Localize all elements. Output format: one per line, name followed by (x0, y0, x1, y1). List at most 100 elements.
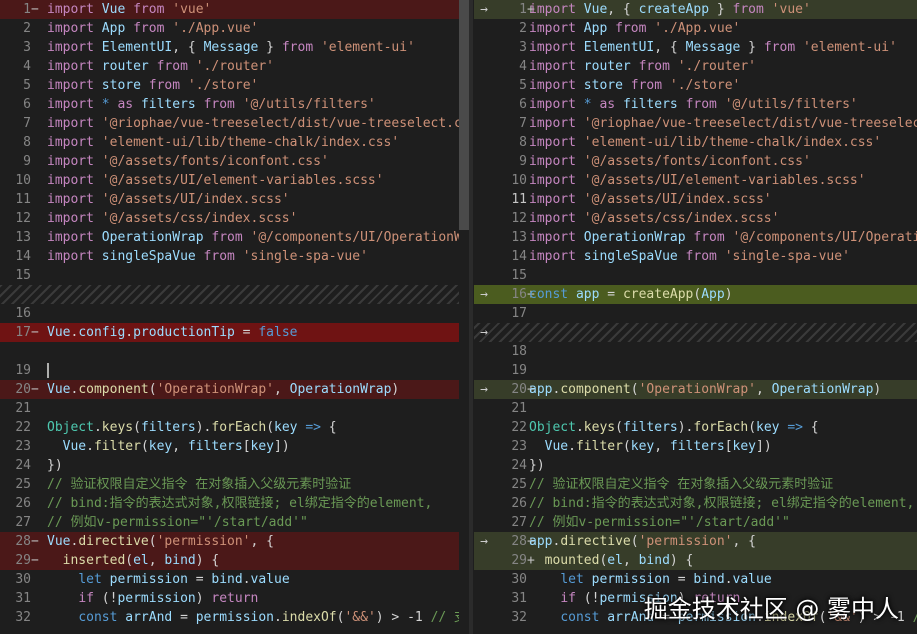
right-code-line[interactable]: 24}) (474, 456, 917, 475)
code-token: import (47, 78, 94, 93)
left-code-line[interactable] (0, 342, 459, 361)
right-code-line[interactable]: → 20 + app.component('OperationWrap', Opera… (474, 380, 917, 399)
left-code-line[interactable]: 10 import '@/assets/UI/element-variables.… (0, 171, 459, 190)
code-token: import (529, 40, 576, 55)
left-code-line[interactable]: 25 // 验证权限自定义指令 在对象插入父级元素时验证 (0, 475, 459, 494)
left-code-line[interactable]: 27 // 例如v-permission="'/start/add'" (0, 513, 459, 532)
code-token: 'permission' (156, 534, 251, 549)
left-code-line[interactable]: 12 import '@/assets/css/index.scss' (0, 209, 459, 228)
left-code-line[interactable]: 22 Object.keys(filters).forEach(key => { (0, 418, 459, 437)
right-code-line[interactable]: → (474, 323, 917, 342)
left-code-line[interactable]: 14 import singleSpaVue from 'single-spa-v… (0, 247, 459, 266)
right-code-line[interactable]: 10 import '@/assets/UI/element-variables.… (474, 171, 917, 190)
revert-arrow-icon[interactable]: → (474, 323, 494, 342)
left-code-line[interactable]: 6 import * as filters from '@/utils/filte… (0, 95, 459, 114)
code-token: , { (250, 534, 274, 549)
right-code-line[interactable]: 19 (474, 361, 917, 380)
revert-arrow-icon[interactable]: → (474, 380, 494, 399)
code-token: './App.vue' (172, 21, 259, 36)
left-code-line[interactable] (0, 285, 459, 304)
code-token: './store' (669, 78, 741, 93)
code-token: // bind:指令的表达式对象,权限链接; el绑定指令的element, (47, 496, 433, 511)
left-code-line[interactable]: 4 import router from './router' (0, 57, 459, 76)
right-code-line[interactable]: 14 import singleSpaVue from 'single-spa-v… (474, 247, 917, 266)
right-code-line[interactable]: 23 Vue.filter(key, filters[key]) (474, 437, 917, 456)
code-token: , (756, 382, 772, 397)
code-token: key (732, 439, 757, 454)
right-code-line[interactable]: 13 import OperationWrap from '@/component… (474, 228, 917, 247)
right-code-line[interactable]: 4 import router from './router' (474, 57, 917, 76)
left-scrollbar-thumb[interactable] (459, 0, 469, 230)
left-code-line[interactable]: 32 const arrAnd = permission.indexOf('&&… (0, 608, 459, 627)
left-code-line[interactable]: 23 Vue.filter(key, filters[key]) (0, 437, 459, 456)
right-code-line[interactable]: 25// 验证权限自定义指令 在对象插入父级元素时验证 (474, 475, 917, 494)
code-text: import * as filters from '@/utils/filter… (47, 95, 376, 114)
left-code-line[interactable]: 20− Vue.component('OperationWrap', Operat… (0, 380, 459, 399)
modified-editor-pane[interactable]: → 1 + import Vue, { createApp } from 'vue' 2… (474, 0, 917, 634)
right-code-line[interactable]: 7 import '@riophae/vue-treeselect/dist/vu… (474, 114, 917, 133)
left-code-line[interactable]: 19 (0, 361, 459, 380)
code-token: '@/assets/UI/index.scss' (101, 192, 290, 207)
right-code-line[interactable]: 9 import '@/assets/fonts/iconfont.css' (474, 152, 917, 171)
line-number: 8 (519, 135, 527, 150)
left-code-line[interactable]: 16 (0, 304, 459, 323)
right-code-line[interactable]: 18 (474, 342, 917, 361)
left-code-line[interactable]: 15 (0, 266, 459, 285)
code-token: directive (78, 534, 149, 549)
right-code-line[interactable]: 8 import 'element-ui/lib/theme-chalk/inde… (474, 133, 917, 152)
revert-arrow-icon[interactable]: → (474, 532, 494, 551)
original-editor-pane[interactable]: 1− import Vue from 'vue' 2 import App from … (0, 0, 459, 634)
code-token: = (187, 572, 212, 587)
left-code-line[interactable]: 17− Vue.config.productionTip = false (0, 323, 459, 342)
right-code-line[interactable]: 2 import App from './App.vue' (474, 19, 917, 38)
line-number: 29 (15, 553, 31, 568)
code-token: if (560, 591, 576, 606)
left-code-line[interactable]: 1− import Vue from 'vue' (0, 0, 459, 19)
right-code-line[interactable]: 29 + mounted(el, bind) { (474, 551, 917, 570)
right-code-line[interactable]: 26// bind:指令的表达式对象,权限链接; el绑定指令的element, (474, 494, 917, 513)
left-code-line[interactable]: 11 import '@/assets/UI/index.scss' (0, 190, 459, 209)
code-token: // 支持 (430, 610, 459, 625)
right-code-line[interactable]: 3 import ElementUI, { Message } from 'ele… (474, 38, 917, 57)
right-code-line[interactable]: 15 (474, 266, 917, 285)
right-scrollbar-track[interactable] (469, 0, 473, 634)
right-code-line[interactable]: 17 (474, 304, 917, 323)
line-number: 29 (511, 553, 527, 568)
code-token: as (117, 97, 134, 112)
line-number: 17 (511, 306, 527, 321)
left-code-line[interactable]: 21 (0, 399, 459, 418)
right-code-line[interactable]: 30 let permission = bind.value (474, 570, 917, 589)
left-code-line[interactable]: 2 import App from './App.vue' (0, 19, 459, 38)
left-code-line[interactable]: 26 // bind:指令的表达式对象,权限链接; el绑定指令的element, (0, 494, 459, 513)
revert-arrow-icon[interactable]: → (474, 285, 494, 304)
left-code-line[interactable]: 30 let permission = bind.value (0, 570, 459, 589)
right-code-line[interactable]: → 1 + import Vue, { createApp } from 'vue' (474, 0, 917, 19)
left-code-line[interactable]: 29− inserted(el, bind) { (0, 551, 459, 570)
revert-arrow-icon[interactable]: → (474, 0, 494, 19)
right-code-line[interactable]: 22 Object.keys(filters).forEach(key => { (474, 418, 917, 437)
right-code-line[interactable]: 27// 例如v-permission="'/start/add'" (474, 513, 917, 532)
left-code-line[interactable]: 7 import '@riophae/vue-treeselect/dist/vu… (0, 114, 459, 133)
line-number: 28 (15, 534, 31, 549)
right-code-line[interactable]: → 16 + const app = createApp(App) (474, 285, 917, 304)
right-code-line[interactable]: 21 (474, 399, 917, 418)
left-code-line[interactable]: 24}) (0, 456, 459, 475)
left-code-line[interactable]: 8 import 'element-ui/lib/theme-chalk/inde… (0, 133, 459, 152)
left-code-line[interactable]: 5 import store from './store' (0, 76, 459, 95)
code-token: ) { (669, 553, 694, 568)
code-text: // 验证权限自定义指令 在对象插入父级元素时验证 (529, 475, 833, 494)
right-code-line[interactable]: 5 import store from './store' (474, 76, 917, 95)
right-code-line[interactable]: → 28 + app.directive('permission', { (474, 532, 917, 551)
right-code-line[interactable]: 12 import '@/assets/css/index.scss' (474, 209, 917, 228)
left-code-line[interactable]: 13 import OperationWrap from '@/component… (0, 228, 459, 247)
left-code-line[interactable]: 9 import '@/assets/fonts/iconfont.css' (0, 152, 459, 171)
right-code-line[interactable]: 11 import '@/assets/UI/index.scss' (474, 190, 917, 209)
left-code-line[interactable]: 31 if (!permission) return (0, 589, 459, 608)
right-code-line[interactable]: 6 import * as filters from '@/utils/filte… (474, 95, 917, 114)
left-code-line[interactable]: 3 import ElementUI, { Message } from 'ele… (0, 38, 459, 57)
left-code-line[interactable]: 28− Vue.directive('permission', { (0, 532, 459, 551)
